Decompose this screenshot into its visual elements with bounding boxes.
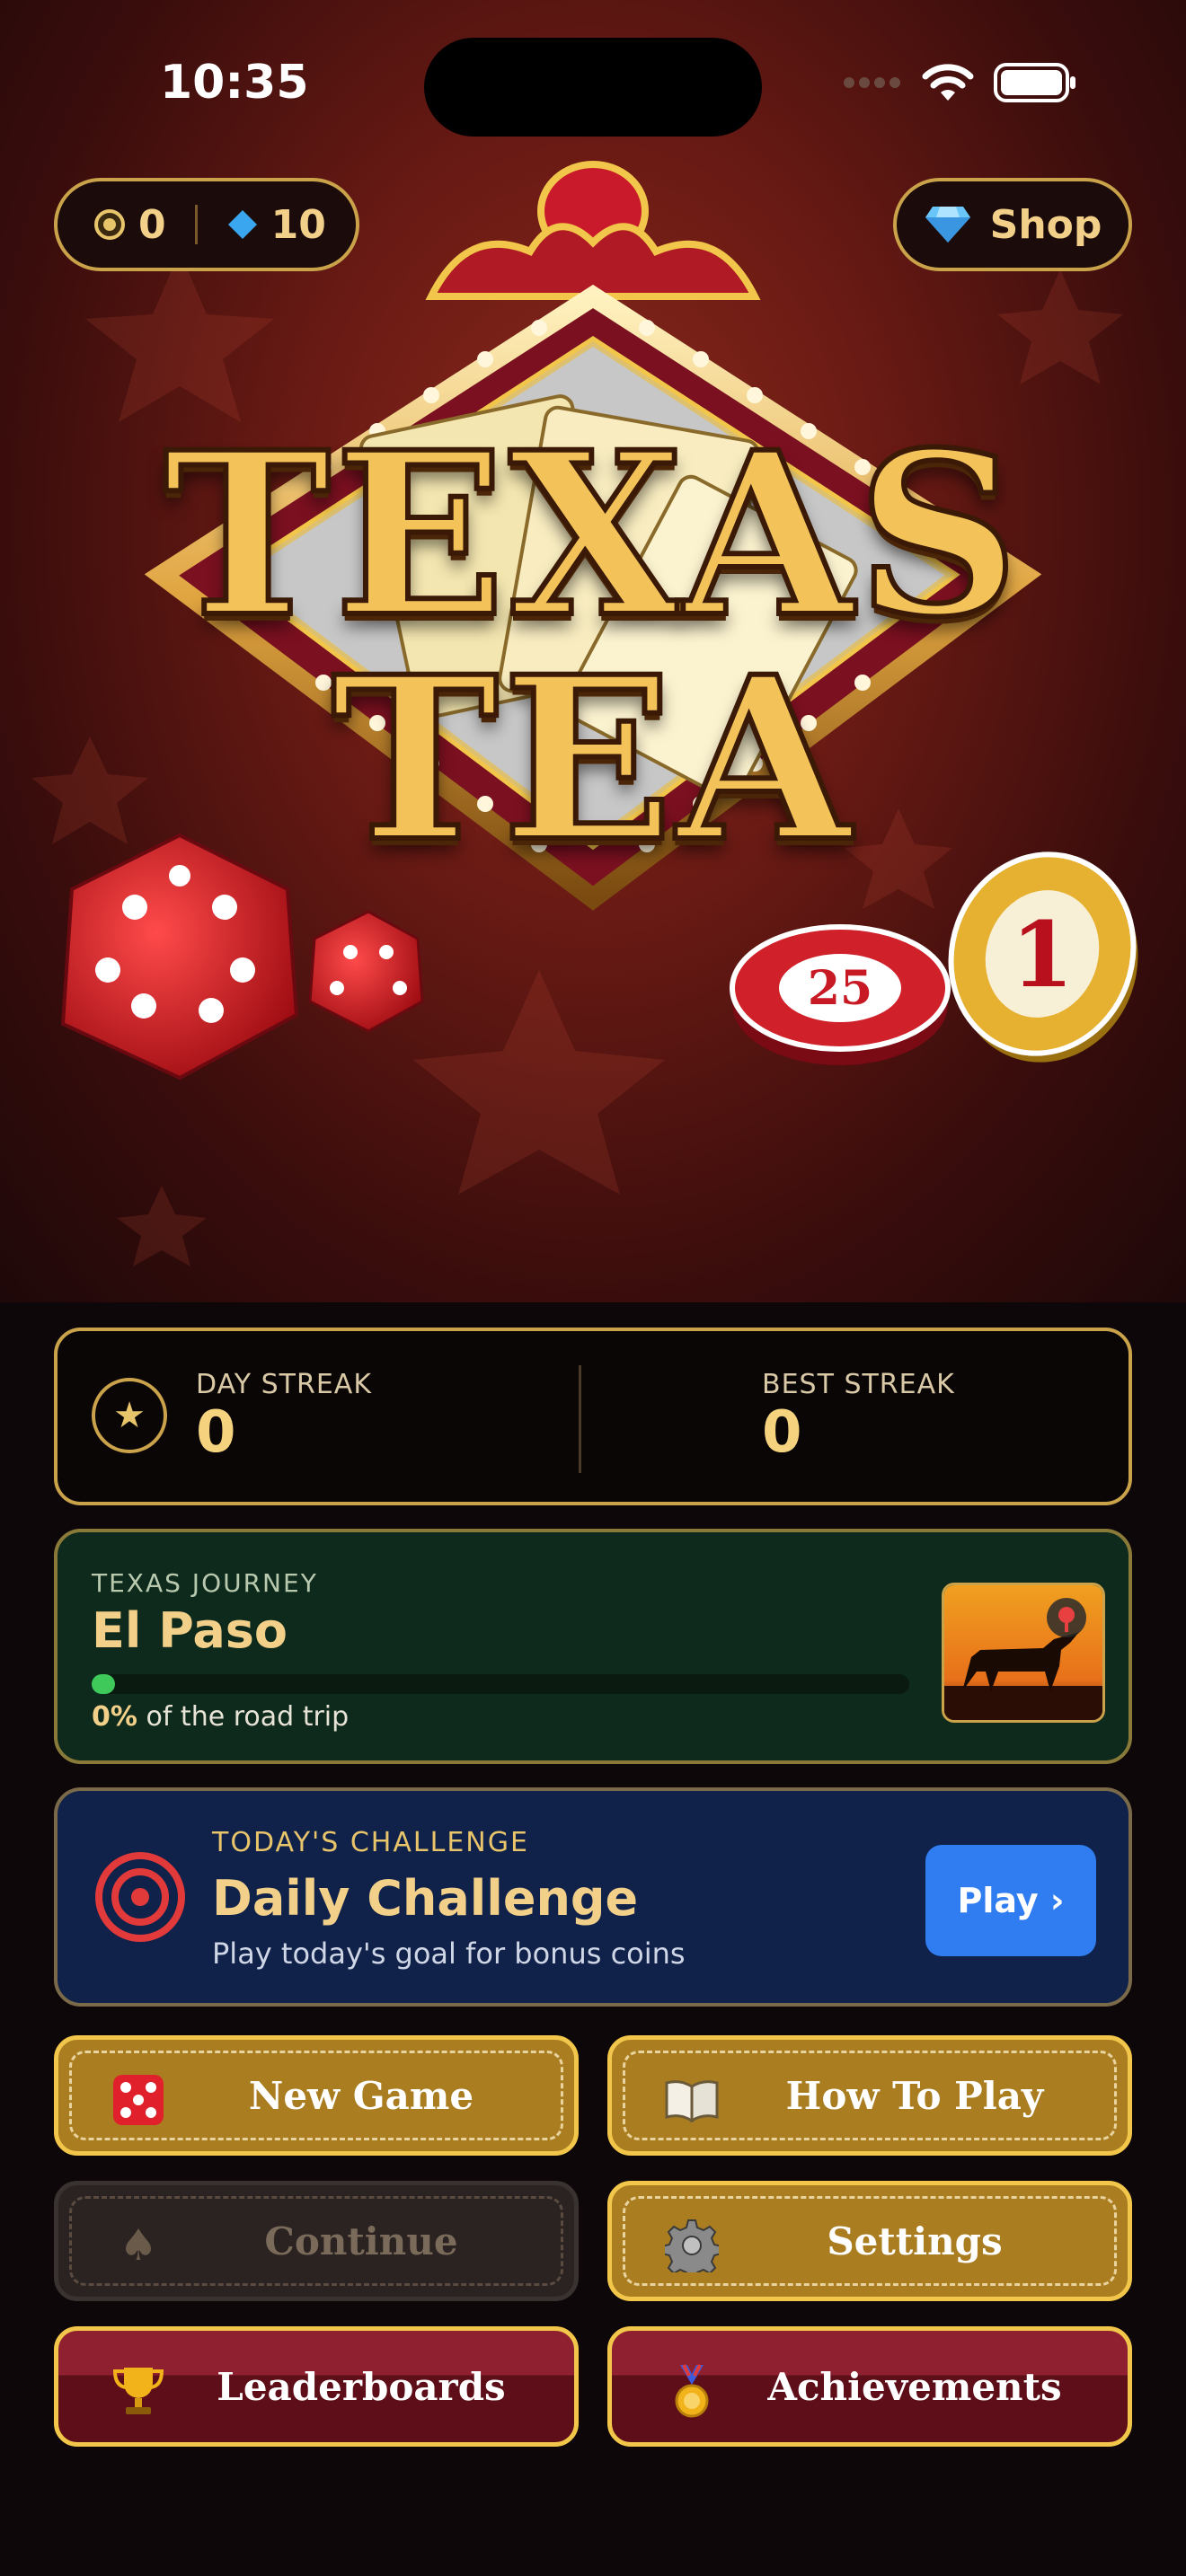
daily-challenge-card[interactable]: TODAY'S CHALLENGE Daily Challenge Play t…	[54, 1787, 1132, 2007]
gem-count: 10	[270, 201, 326, 248]
game-logo-title: TEXAS TEA	[161, 402, 1023, 891]
journey-progress-bar	[92, 1674, 909, 1694]
challenge-title: Daily Challenge	[212, 1870, 639, 1927]
signal-icon	[844, 77, 900, 88]
best-streak-label: BEST STREAK	[762, 1369, 955, 1400]
streak-card: ★ DAY STREAK 0 BEST STREAK 0	[54, 1328, 1132, 1505]
continue-label: Continue	[264, 2219, 458, 2263]
dice-icon	[109, 2070, 168, 2130]
best-streak-value: 0	[762, 1399, 802, 1466]
longhorn-icon	[944, 1585, 1102, 1720]
challenge-subtitle: Play today's goal for bonus coins	[212, 1936, 686, 1971]
journey-progress-fill	[92, 1674, 115, 1694]
status-indicators	[843, 63, 1076, 102]
leaderboards-label: Leaderboards	[217, 2364, 506, 2409]
journey-thumbnail	[942, 1583, 1105, 1723]
dynamic-island	[424, 38, 762, 137]
chip-25-label: 25	[808, 961, 872, 1016]
day-streak-label: DAY STREAK	[196, 1369, 372, 1400]
journey-progress-text: 0% of the road trip	[92, 1701, 349, 1733]
coin-count: 0	[138, 201, 166, 248]
target-icon	[95, 1852, 185, 1942]
shop-button[interactable]: Shop	[893, 178, 1132, 271]
battery-icon	[994, 63, 1075, 102]
status-time: 10:35	[160, 56, 309, 110]
journey-label: TEXAS JOURNEY	[92, 1568, 318, 1598]
currency-divider	[194, 205, 198, 244]
day-streak-value: 0	[196, 1399, 236, 1466]
gear-icon	[662, 2216, 721, 2275]
chip-1-label: 1	[1011, 902, 1074, 1008]
journey-city: El Paso	[92, 1602, 288, 1659]
leaderboards-button[interactable]: Leaderboards	[54, 2326, 579, 2447]
spade-icon: ♠	[119, 2220, 158, 2271]
challenge-label: TODAY'S CHALLENGE	[212, 1827, 529, 1858]
hero-banner: 25 1 10:35 0 10 Shop TEXAS TEA	[0, 0, 1186, 1302]
streak-divider	[579, 1365, 581, 1473]
how-to-play-label: How To Play	[785, 2073, 1044, 2118]
journey-progress-suffix: of the road trip	[146, 1701, 350, 1733]
book-icon	[662, 2070, 721, 2130]
wifi-icon	[922, 64, 974, 101]
currency-pill[interactable]: 0 10	[54, 178, 359, 271]
coin-icon	[94, 209, 125, 240]
texas-journey-card[interactable]: TEXAS JOURNEY El Paso 0% of the road tri…	[54, 1529, 1132, 1764]
new-game-button[interactable]: New Game	[54, 2035, 579, 2156]
trophy-icon	[109, 2361, 168, 2421]
challenge-play-button[interactable]: Play ›	[925, 1845, 1096, 1956]
gem-icon	[227, 210, 257, 239]
settings-label: Settings	[827, 2219, 1003, 2263]
shop-label: Shop	[989, 201, 1102, 248]
logo-crest	[425, 161, 761, 300]
journey-percent: 0%	[92, 1701, 137, 1733]
continue-button[interactable]: ♠ Continue	[54, 2181, 579, 2301]
medal-icon	[662, 2361, 721, 2421]
diamond-icon	[925, 207, 970, 243]
how-to-play-button[interactable]: How To Play	[607, 2035, 1132, 2156]
achievements-button[interactable]: Achievements	[607, 2326, 1132, 2447]
new-game-label: New Game	[248, 2073, 474, 2118]
settings-button[interactable]: Settings	[607, 2181, 1132, 2301]
star-icon: ★	[92, 1378, 167, 1453]
achievements-label: Achievements	[767, 2364, 1062, 2409]
